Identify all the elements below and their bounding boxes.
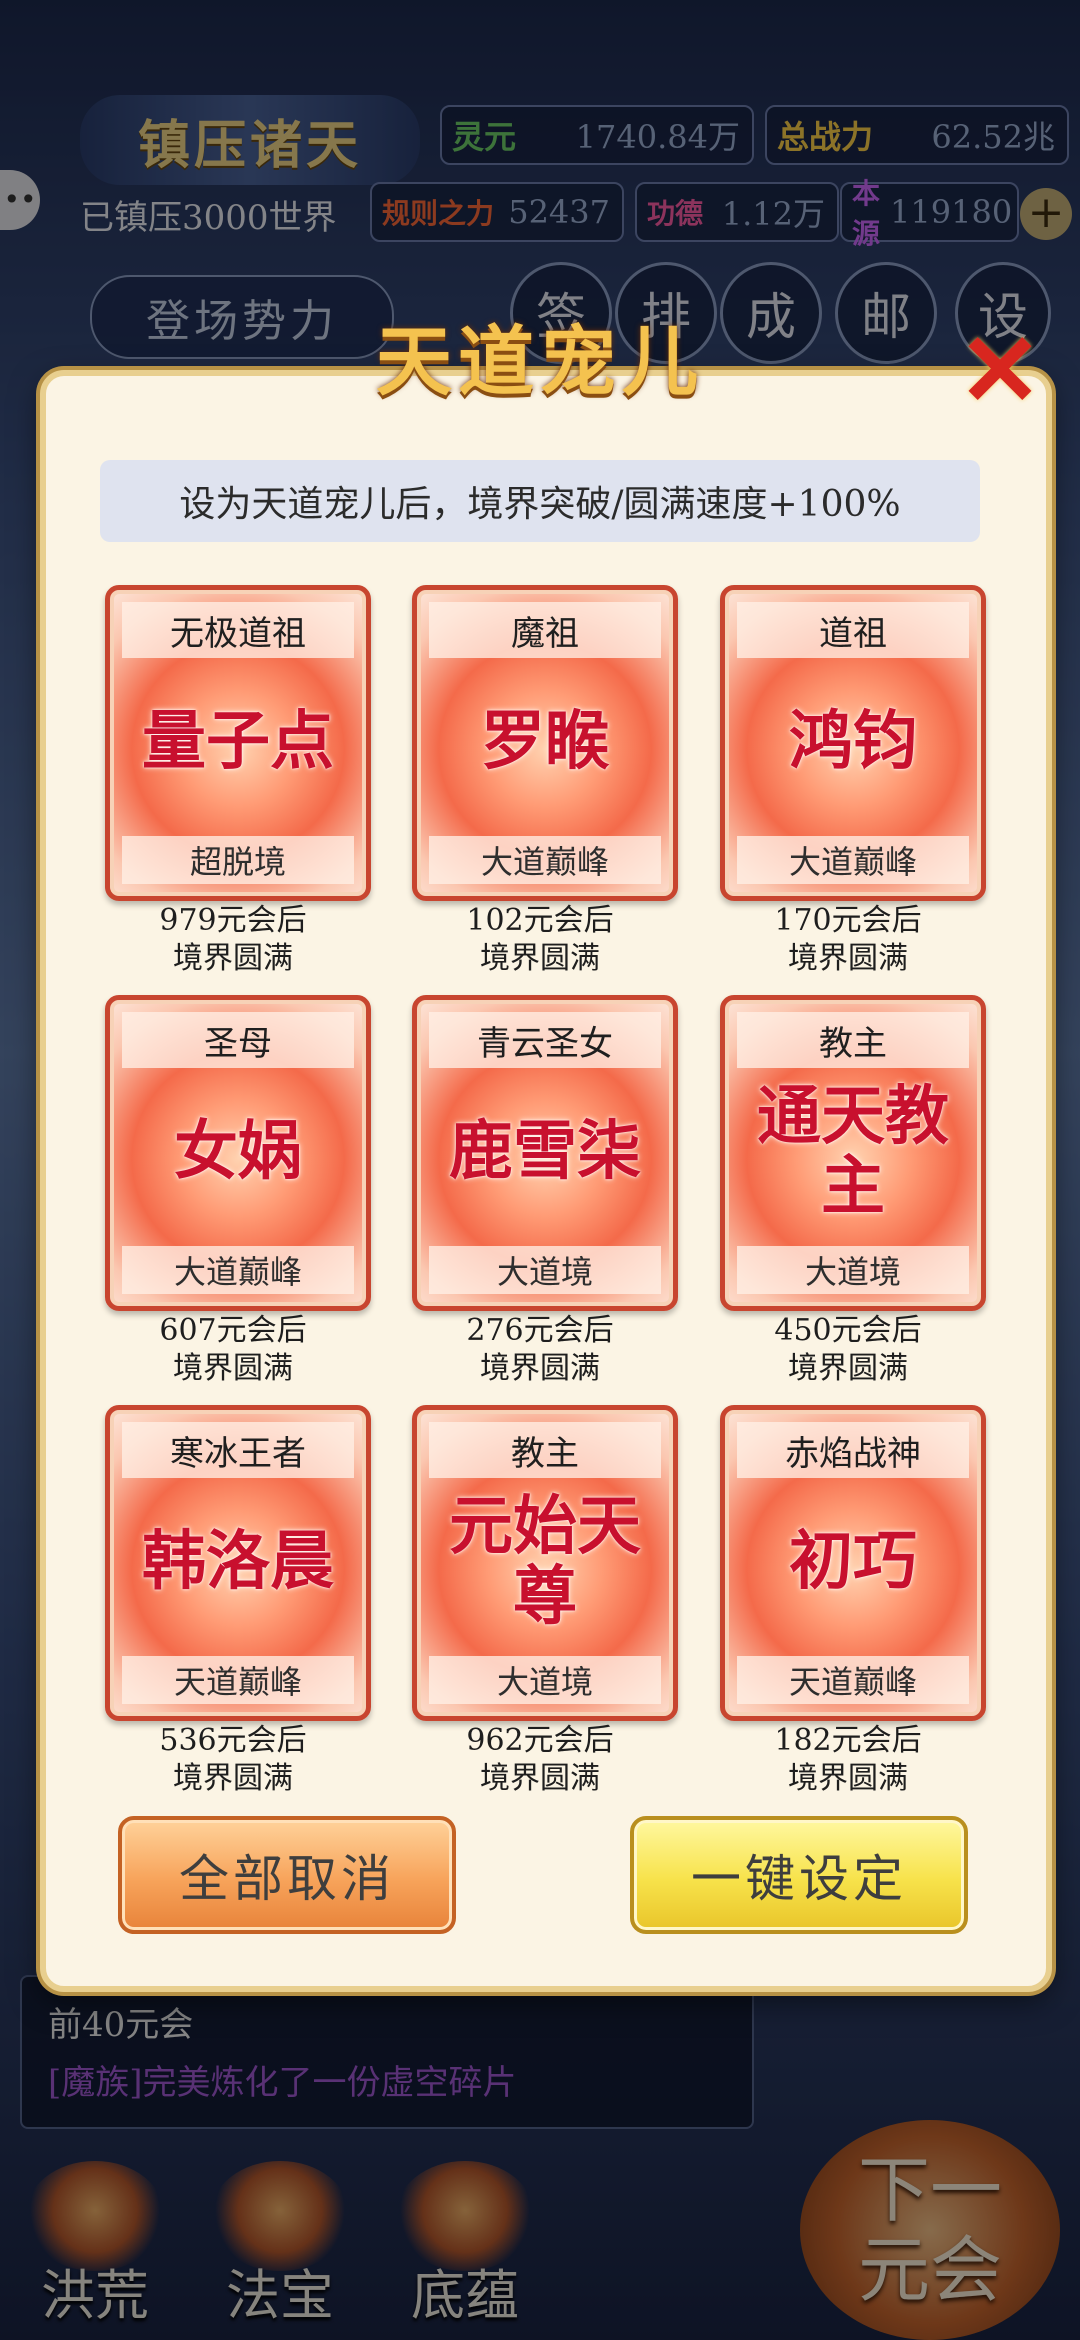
dialog-title-wrap: 天道宠儿 (300, 300, 780, 410)
card-character-name: 初巧 (789, 1524, 917, 1599)
caption-status: 境界圆满 (788, 1351, 908, 1386)
caption-eras: 170元会后 (774, 903, 922, 938)
caption-eras: 276元会后 (466, 1313, 614, 1348)
card-character-name: 罗睺 (481, 704, 609, 779)
card-realm: 大道境 (737, 1246, 969, 1294)
card-realm: 超脱境 (122, 836, 354, 884)
card-caption: 536元会后 境界圆满 (105, 1722, 361, 1798)
caption-eras: 979元会后 (159, 903, 307, 938)
card-realm: 大道境 (429, 1246, 661, 1294)
info-banner: 设为天道宠儿后，境界突破/圆满速度+100% (100, 460, 980, 542)
card-realm: 大道巅峰 (737, 836, 969, 884)
cancel-all-button[interactable]: 全部取消 (118, 1816, 456, 1934)
caption-eras: 102元会后 (466, 903, 614, 938)
cancel-all-label: 全部取消 (179, 1850, 395, 1908)
card-realm: 大道境 (429, 1656, 661, 1704)
caption-status: 境界圆满 (480, 1351, 600, 1386)
card-realm: 大道巅峰 (429, 836, 661, 884)
card-caption: 962元会后 境界圆满 (412, 1722, 668, 1798)
card-title: 道祖 (737, 602, 969, 658)
caption-status: 境界圆满 (788, 941, 908, 976)
character-card[interactable]: 青云圣女 鹿雪柒 大道境 (412, 995, 678, 1311)
caption-status: 境界圆满 (480, 1761, 600, 1796)
dialog-title: 天道宠儿 (376, 317, 704, 406)
card-title: 无极道祖 (122, 602, 354, 658)
one-click-set-button[interactable]: 一键设定 (630, 1816, 968, 1934)
caption-eras: 536元会后 (159, 1723, 307, 1758)
close-icon[interactable]: ✕ (955, 320, 1045, 420)
card-title: 魔祖 (429, 602, 661, 658)
character-card[interactable]: 寒冰王者 韩洛晨 天道巅峰 (105, 1405, 371, 1721)
card-caption: 450元会后 境界圆满 (720, 1312, 976, 1388)
card-caption: 607元会后 境界圆满 (105, 1312, 361, 1388)
character-card[interactable]: 魔祖 罗睺 大道巅峰 (412, 585, 678, 901)
character-card[interactable]: 教主 元始天尊 大道境 (412, 1405, 678, 1721)
card-character-name: 韩洛晨 (142, 1524, 334, 1599)
caption-eras: 182元会后 (774, 1723, 922, 1758)
card-caption: 276元会后 境界圆满 (412, 1312, 668, 1388)
caption-eras: 450元会后 (774, 1313, 922, 1348)
caption-status: 境界圆满 (173, 1761, 293, 1796)
card-title: 教主 (429, 1422, 661, 1478)
card-title: 圣母 (122, 1012, 354, 1068)
character-card[interactable]: 无极道祖 量子点 超脱境 (105, 585, 371, 901)
character-card[interactable]: 圣母 女娲 大道巅峰 (105, 995, 371, 1311)
card-caption: 979元会后 境界圆满 (105, 902, 361, 978)
card-caption: 102元会后 境界圆满 (412, 902, 668, 978)
info-text: 设为天道宠儿后，境界突破/圆满速度+100% (179, 484, 901, 525)
caption-status: 境界圆满 (173, 941, 293, 976)
caption-eras: 962元会后 (466, 1723, 614, 1758)
card-realm: 天道巅峰 (122, 1656, 354, 1704)
card-character-name: 女娲 (174, 1114, 302, 1189)
caption-status: 境界圆满 (788, 1761, 908, 1796)
card-title: 赤焰战神 (737, 1422, 969, 1478)
card-realm: 大道巅峰 (122, 1246, 354, 1294)
card-character-name: 鹿雪柒 (449, 1114, 641, 1189)
card-realm: 天道巅峰 (737, 1656, 969, 1704)
card-character-name: 元始天尊 (449, 1489, 641, 1634)
character-card[interactable]: 教主 通天教主 大道境 (720, 995, 986, 1311)
caption-status: 境界圆满 (173, 1351, 293, 1386)
card-character-name: 鸿钧 (789, 704, 917, 779)
card-title: 寒冰王者 (122, 1422, 354, 1478)
card-caption: 170元会后 境界圆满 (720, 902, 976, 978)
card-title: 青云圣女 (429, 1012, 661, 1068)
character-card[interactable]: 赤焰战神 初巧 天道巅峰 (720, 1405, 986, 1721)
character-card[interactable]: 道祖 鸿钧 大道巅峰 (720, 585, 986, 901)
card-title: 教主 (737, 1012, 969, 1068)
caption-status: 境界圆满 (480, 941, 600, 976)
card-character-name: 量子点 (142, 704, 334, 779)
card-character-name: 通天教主 (757, 1079, 949, 1224)
one-click-set-label: 一键设定 (691, 1850, 907, 1908)
card-caption: 182元会后 境界圆满 (720, 1722, 976, 1798)
caption-eras: 607元会后 (159, 1313, 307, 1348)
